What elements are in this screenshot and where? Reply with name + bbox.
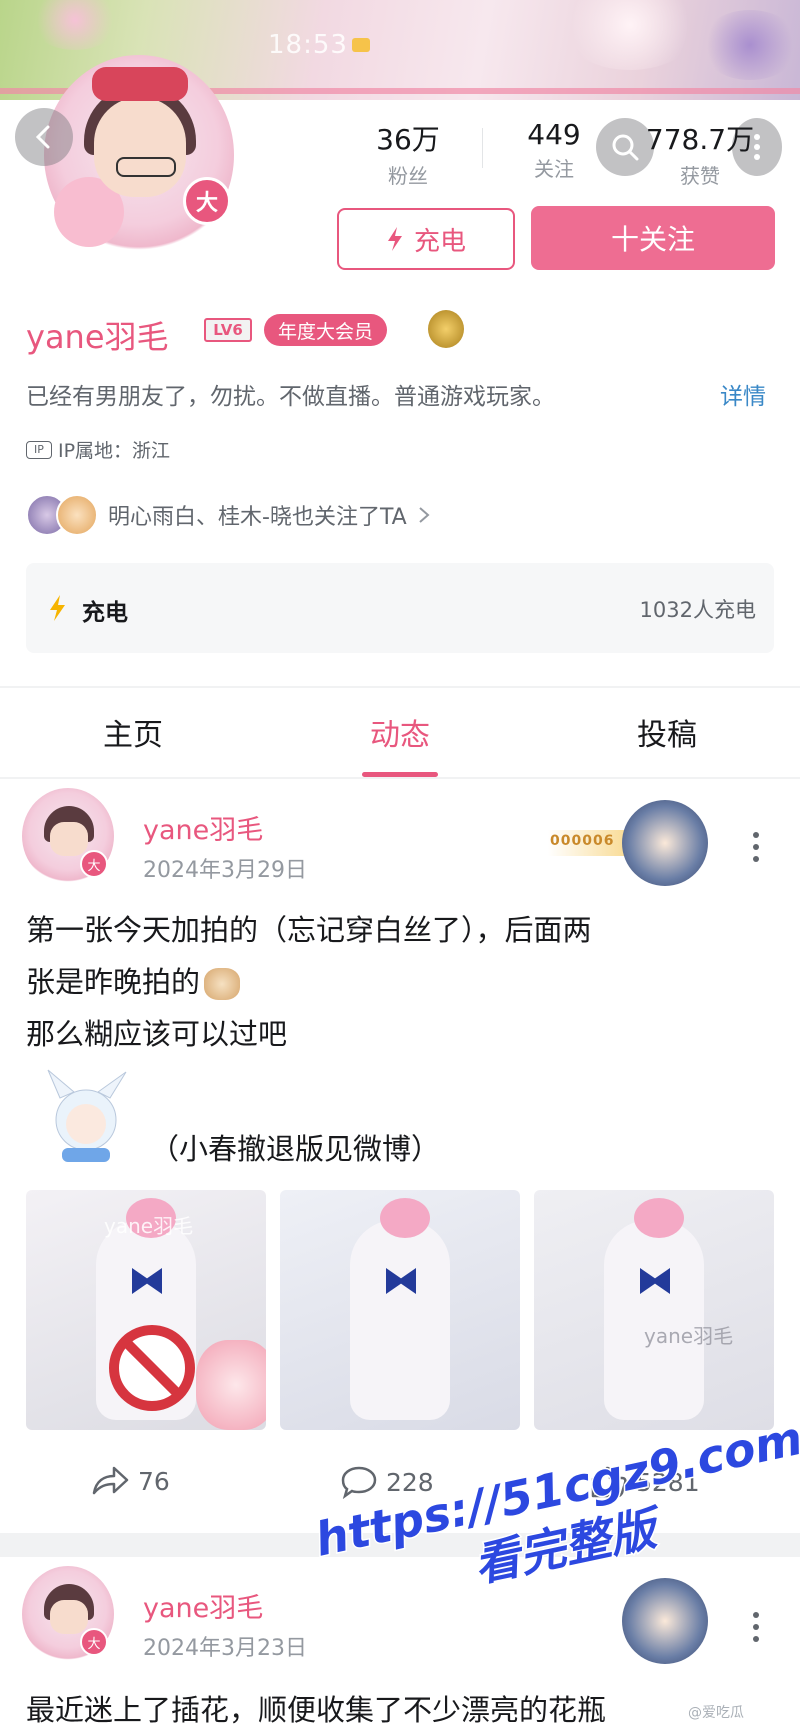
- back-button[interactable]: [15, 108, 73, 166]
- post-line: 最近迷上了插花，顺便收集了不少漂亮的花瓶: [26, 1693, 607, 1727]
- vip-badge[interactable]: 年度大会员: [264, 314, 388, 346]
- notification-icon: [352, 38, 370, 52]
- charge-button[interactable]: 充电: [337, 208, 515, 270]
- post-image[interactable]: [280, 1190, 520, 1430]
- decoration-card[interactable]: 000006: [548, 796, 712, 886]
- follow-button-label: 十关注: [610, 223, 695, 256]
- chevron-right-icon: [419, 507, 430, 523]
- charge-card-title: 充电: [82, 600, 128, 626]
- stat-following-value: 449: [527, 118, 581, 151]
- mutual-follow-row[interactable]: 明心雨白、桂木-晓也关注了TA: [26, 494, 431, 536]
- charge-card[interactable]: 充电 1032人充电: [26, 563, 774, 653]
- follow-button[interactable]: 十关注: [531, 206, 775, 270]
- back-icon: [35, 125, 50, 149]
- section-divider: [0, 686, 800, 688]
- post-content: 第一张今天加拍的（忘记穿白丝了），后面两 张是昨晚拍的 那么糊应该可以过吧: [26, 904, 592, 1060]
- prohibited-icon: [109, 1325, 195, 1411]
- decoration-card[interactable]: [548, 1574, 712, 1664]
- avatar-badge: 大: [183, 177, 231, 225]
- detail-link[interactable]: 详情: [720, 377, 766, 411]
- stat-likes-label: 获赞: [680, 164, 720, 188]
- tab-divider: [0, 777, 800, 779]
- stat-following[interactable]: 449 关注: [494, 118, 614, 182]
- mutual-follow-text: 明心雨白、桂木-晓也关注了TA: [108, 505, 407, 530]
- decoration-code: 000006: [550, 833, 615, 849]
- lightning-icon: [50, 595, 65, 621]
- stat-divider: [482, 128, 483, 168]
- ip-location: IP属地：浙江: [58, 440, 171, 462]
- post-image[interactable]: yane羽毛: [534, 1190, 774, 1430]
- comment-icon: [341, 1466, 377, 1499]
- ip-icon: IP: [26, 440, 52, 459]
- stat-following-label: 关注: [534, 157, 574, 181]
- post-line-with-emoji: 张是昨晚拍的: [26, 956, 592, 1008]
- post-sticker-caption: （小春撤退版见微博）: [150, 1132, 441, 1166]
- footer-watermark: @爱吃瓜: [688, 1705, 744, 1721]
- post-image[interactable]: yane羽毛: [26, 1190, 266, 1430]
- stat-fans[interactable]: 36万 粉丝: [348, 118, 468, 189]
- post-date: 2024年3月29日: [143, 858, 307, 883]
- post-author-name[interactable]: yane羽毛: [143, 1586, 263, 1625]
- username: yane羽毛: [26, 318, 169, 356]
- post-line: 张是昨晚拍的: [26, 965, 201, 999]
- status-time: 18:53: [268, 30, 348, 60]
- post-date: 2024年3月23日: [143, 1636, 307, 1661]
- tab-posts[interactable]: 投稿: [587, 710, 747, 754]
- image-watermark: yane羽毛: [104, 1214, 194, 1238]
- share-count: 76: [138, 1466, 170, 1496]
- search-icon: [612, 134, 639, 161]
- post-author-name[interactable]: yane羽毛: [143, 808, 263, 847]
- stat-likes-value: 778.7万: [645, 123, 755, 156]
- dog-emoji-icon: [204, 968, 241, 1000]
- sticker-icon: [40, 1068, 132, 1168]
- stat-fans-value: 36万: [376, 123, 440, 156]
- share-icon: [92, 1466, 129, 1495]
- image-watermark: yane羽毛: [644, 1324, 734, 1348]
- user-bio: 已经有男朋友了，勿扰。不做直播。普通游戏玩家。: [26, 384, 555, 410]
- sticker-icon: [196, 1340, 266, 1430]
- charge-card-count: 1032人充电: [639, 598, 756, 622]
- share-button[interactable]: 76: [90, 1465, 170, 1497]
- lightning-icon: [387, 227, 402, 251]
- post-line: 第一张今天加拍的（忘记穿白丝了），后面两: [26, 913, 592, 947]
- post-line: 那么糊应该可以过吧: [26, 1017, 288, 1051]
- tab-dynamics[interactable]: 动态: [320, 710, 480, 754]
- tab-home[interactable]: 主页: [53, 710, 213, 754]
- user-avatar[interactable]: [44, 55, 234, 255]
- post-author-avatar[interactable]: 大: [22, 788, 114, 884]
- post-more-button[interactable]: [752, 832, 760, 862]
- ip-location-row: IP IP属地：浙江: [26, 436, 170, 463]
- post-more-button[interactable]: [752, 1612, 760, 1642]
- mutual-avatar: [56, 494, 98, 536]
- level-badge: LV6: [204, 318, 252, 342]
- post-content: 最近迷上了插花，顺便收集了不少漂亮的花瓶: [26, 1684, 606, 1736]
- medal-icon[interactable]: [428, 310, 464, 348]
- charge-button-label: 充电: [413, 226, 466, 257]
- stat-fans-label: 粉丝: [388, 164, 428, 188]
- post-author-avatar[interactable]: 大: [22, 1566, 114, 1662]
- stat-likes[interactable]: 778.7万 获赞: [640, 118, 760, 189]
